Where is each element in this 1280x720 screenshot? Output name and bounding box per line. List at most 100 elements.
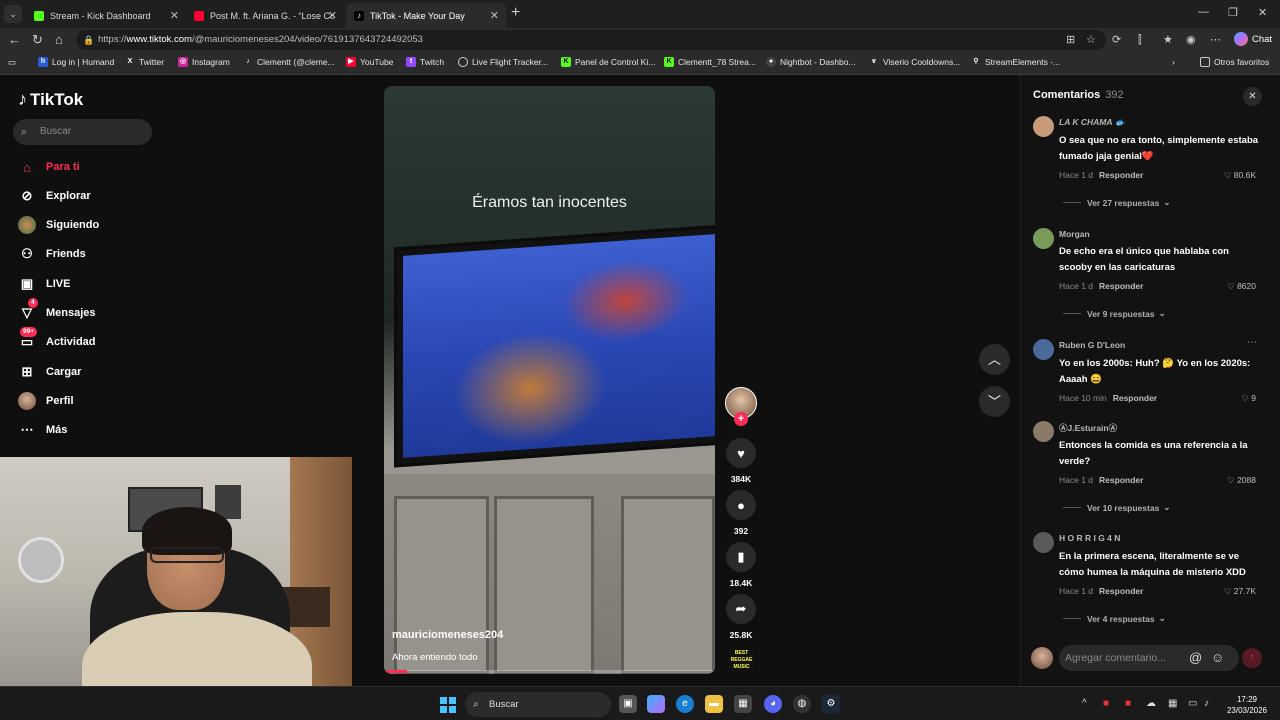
comment-like-button[interactable]: ♡ 8620 [1227, 281, 1256, 292]
copilot-app-icon[interactable] [647, 695, 665, 713]
network-icon[interactable]: ▭ [1188, 698, 1197, 709]
windows-start-icon[interactable] [440, 697, 456, 713]
view-replies-button[interactable]: Ver 10 respuestas ⌄ [1063, 502, 1170, 513]
comment-button[interactable]: ● [726, 490, 756, 520]
settings-more-icon[interactable]: ⋯ [1210, 33, 1221, 47]
app-available-icon[interactable]: ⊞ [1066, 33, 1075, 47]
nav-item-mensajes[interactable]: ▽ 4 Mensajes [18, 298, 96, 324]
video-author[interactable]: mauriciomeneses204 [392, 629, 503, 641]
url-field[interactable]: 🔒 https://www.tiktok.com/@mauriciomenese… [76, 30, 1106, 50]
store-icon[interactable]: ▦ [734, 695, 752, 713]
comment-username[interactable]: LA K CHAMA 🐟 [1059, 117, 1125, 128]
profile-icon[interactable]: ◉ [1186, 33, 1196, 47]
reply-button[interactable]: Responder [1099, 475, 1143, 485]
close-comments-button[interactable]: ✕ [1243, 87, 1262, 106]
comment-like-button[interactable]: ♡ 9 [1241, 393, 1256, 404]
nav-item-live[interactable]: ▣ LIVE [18, 273, 71, 295]
favorite-star-icon[interactable]: ☆ [1086, 33, 1096, 47]
video-progress-bar[interactable] [384, 670, 715, 673]
bookmark-kick-panel[interactable]: K Panel de Control Ki... [561, 57, 655, 67]
bookmark-youtube[interactable]: ▶ YouTube [346, 57, 393, 67]
comment-like-button[interactable]: ♡ 2088 [1227, 475, 1256, 486]
view-replies-button[interactable]: Ver 9 respuestas ⌄ [1063, 308, 1166, 319]
music-disc[interactable]: BEST REGGAE MUSIC [729, 650, 754, 670]
tray-app-icon[interactable]: ■ [1125, 698, 1131, 709]
favorites-icon[interactable]: ★ [1163, 33, 1173, 47]
nav-item-mas[interactable]: ⋯ Más [18, 419, 68, 441]
other-bookmarks-folder[interactable]: Otros favoritos [1200, 57, 1269, 67]
comment-avatar[interactable] [1033, 339, 1054, 360]
tab-tiktok[interactable]: ♪ TikTok - Make Your Day ✕ [346, 3, 506, 28]
bookmarks-overflow-chevron-icon[interactable]: › [1172, 57, 1175, 67]
onedrive-icon[interactable]: ☁ [1146, 698, 1156, 709]
comment-avatar[interactable] [1033, 228, 1054, 249]
tiktok-search-input[interactable]: ⌕ Buscar [13, 119, 152, 145]
comment-avatar[interactable] [1033, 421, 1054, 442]
task-view-icon[interactable]: ▣ [619, 695, 637, 713]
nav-item-perfil[interactable]: Perfil [18, 390, 74, 412]
video-player[interactable]: Éramos tan inocentes mauriciomeneses204 … [384, 86, 715, 674]
nav-item-siguiendo[interactable]: Siguiendo [18, 214, 99, 236]
tray-app-icon[interactable]: ▦ [1168, 698, 1177, 709]
tab-kick-dashboard[interactable]: Stream - Kick Dashboard ✕ [26, 3, 186, 28]
close-tab-icon[interactable]: ✕ [328, 9, 337, 22]
volume-icon[interactable]: ♪ [1204, 698, 1209, 709]
reply-button[interactable]: Responder [1099, 170, 1143, 180]
bookmark-tiktok-clementt[interactable]: ♪ Clementt (@cleme... [243, 57, 334, 67]
bookmark-humand[interactable]: h Log in | Humand [38, 57, 114, 67]
bookmark-twitch[interactable]: t Twitch [406, 57, 444, 67]
obs-icon[interactable]: ◍ [793, 695, 811, 713]
comment-like-button[interactable]: ♡ 80.6K [1224, 170, 1256, 181]
save-button[interactable]: ▮ [726, 542, 756, 572]
close-tab-icon[interactable]: ✕ [170, 9, 179, 22]
share-button[interactable]: ➦ [726, 594, 756, 624]
reload-icon[interactable]: ↻ [32, 32, 43, 48]
comment-options-icon[interactable]: ⋯ [1247, 337, 1257, 348]
bookmark-instagram[interactable]: ◎ Instagram [178, 57, 230, 67]
comment-username[interactable]: ⒶJ.EsturainⒶ [1059, 422, 1117, 434]
bookmark-streamelements[interactable]: ⚲ StreamElements -... [971, 57, 1060, 67]
comment-like-button[interactable]: ♡ 27.7K [1224, 586, 1256, 597]
bookmarks-menu-icon[interactable]: ▭ [8, 57, 16, 68]
steam-icon[interactable]: ⚙ [822, 695, 840, 713]
bookmark-viserio[interactable]: ⱴ Viserio Cooldowns... [869, 57, 960, 67]
minimize-icon[interactable]: — [1198, 6, 1209, 18]
nav-item-actividad[interactable]: ▭ 99+ Actividad [18, 327, 96, 353]
nav-item-para-ti[interactable]: ⌂ Para ti [18, 156, 80, 178]
edge-app-icon[interactable]: e [676, 695, 694, 713]
extensions-icon[interactable]: ⟳ [1112, 33, 1121, 47]
comment-username[interactable]: Ruben G D'Leon [1059, 340, 1125, 350]
tiktok-logo[interactable]: ♪ TikTok [18, 89, 83, 110]
bookmark-flight-tracker[interactable]: Live Flight Tracker... [458, 57, 548, 67]
bookmark-kick-stream[interactable]: K Clementt_78 Strea... [664, 57, 756, 67]
copilot-chat-button[interactable]: Chat [1234, 32, 1272, 46]
comment-avatar[interactable] [1033, 532, 1054, 553]
like-button[interactable]: ♥ [726, 438, 756, 468]
taskbar-search[interactable]: ⌕ Buscar [465, 692, 611, 717]
reply-button[interactable]: Responder [1113, 393, 1157, 403]
discord-icon[interactable]: ◕ [764, 695, 782, 713]
next-video-button[interactable]: ﹀ [979, 386, 1010, 417]
taskbar-clock[interactable]: 17:29 23/03/2026 [1222, 694, 1272, 716]
bookmark-nightbot[interactable]: ● Nightbot - Dashbo... [766, 57, 856, 67]
reply-button[interactable]: Responder [1099, 586, 1143, 596]
close-window-icon[interactable]: ✕ [1258, 6, 1267, 19]
comment-username[interactable]: H O R R I G 4 N [1059, 533, 1120, 543]
follow-plus-icon[interactable]: + [734, 412, 748, 426]
comment-avatar[interactable] [1033, 116, 1054, 137]
home-icon[interactable]: ⌂ [55, 32, 63, 48]
view-replies-button[interactable]: Ver 27 respuestas ⌄ [1063, 197, 1170, 208]
tab-actions-menu-icon[interactable]: ⌄ [4, 5, 22, 23]
post-comment-button[interactable]: ↑ [1242, 648, 1262, 668]
tray-app-icon[interactable]: ■ [1103, 698, 1109, 709]
view-replies-button[interactable]: Ver 4 respuestas ⌄ [1063, 613, 1166, 624]
back-icon[interactable]: ← [8, 32, 21, 48]
nav-item-cargar[interactable]: ⊞ Cargar [18, 361, 82, 383]
tab-youtube-video[interactable]: Post M. ft. Ariana G. - “Lose Contr ✕ [186, 3, 344, 28]
previous-video-button[interactable]: ︿ [979, 344, 1010, 375]
emoji-icon[interactable]: ☺ [1211, 650, 1224, 665]
new-tab-button[interactable]: + [511, 5, 520, 21]
close-tab-icon[interactable]: ✕ [490, 9, 499, 22]
mention-icon[interactable]: @ [1189, 650, 1202, 665]
bookmark-twitter[interactable]: X Twitter [125, 57, 164, 67]
